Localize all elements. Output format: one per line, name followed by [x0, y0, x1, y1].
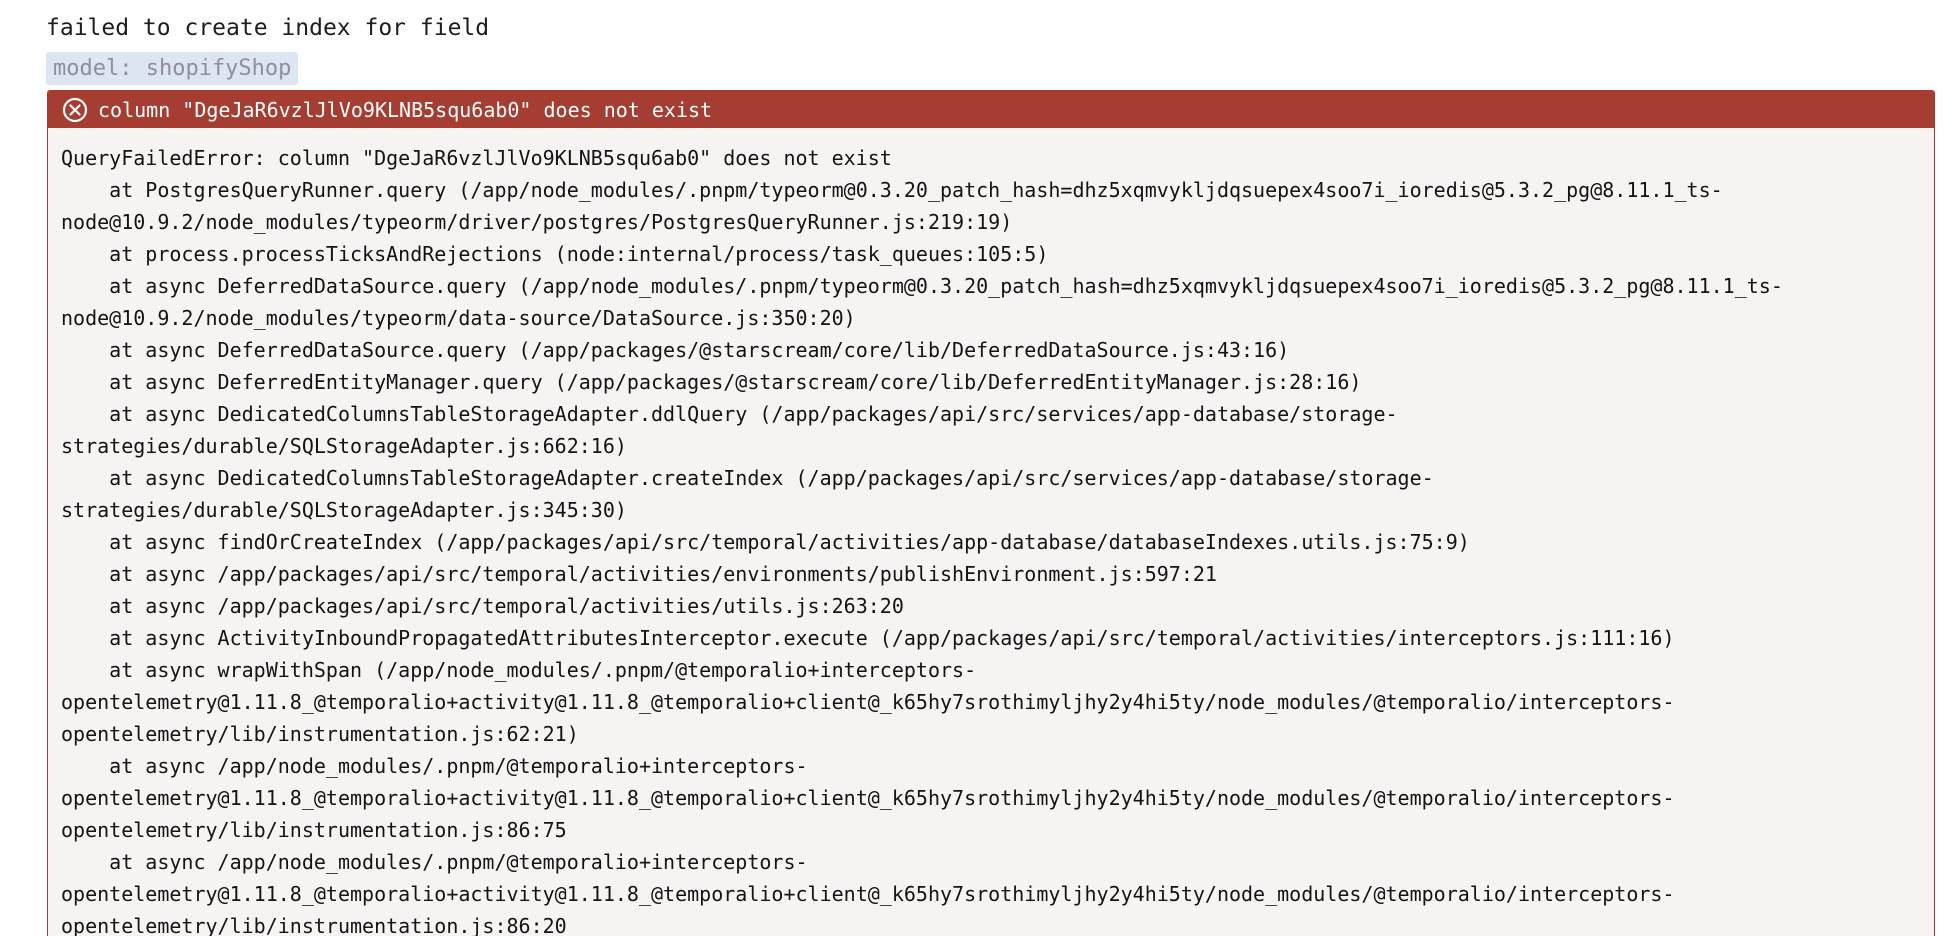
stack-line: opentelemetry@1.11.8_@temporalio+activit… [61, 882, 1675, 906]
stack-line: at PostgresQueryRunner.query (/app/node_… [61, 178, 1723, 202]
stack-line: at process.processTicksAndRejections (no… [61, 242, 1049, 266]
stack-line: at async DedicatedColumnsTableStorageAda… [61, 466, 1434, 490]
stack-line: opentelemetry@1.11.8_@temporalio+activit… [61, 690, 1675, 714]
circle-x-icon [62, 97, 88, 123]
model-tag: model: shopifyShop [46, 52, 299, 85]
stack-line: at async /app/packages/api/src/temporal/… [61, 594, 904, 618]
stack-line: node@10.9.2/node_modules/typeorm/driver/… [61, 210, 1013, 234]
error-header: column "DgeJaR6vzlJlVo9KLNB5squ6ab0" doe… [48, 91, 1934, 128]
stack-line: opentelemetry/lib/instrumentation.js:86:… [61, 914, 567, 936]
stack-line: opentelemetry@1.11.8_@temporalio+activit… [61, 786, 1675, 810]
error-panel: column "DgeJaR6vzlJlVo9KLNB5squ6ab0" doe… [47, 90, 1935, 936]
stack-line: at async DeferredEntityManager.query (/a… [61, 370, 1362, 394]
stack-line: strategies/durable/SQLStorageAdapter.js:… [61, 498, 627, 522]
stack-line: node@10.9.2/node_modules/typeorm/data-so… [61, 306, 856, 330]
stack-line: at async /app/node_modules/.pnpm/@tempor… [61, 754, 808, 778]
stack-line: at async ActivityInboundPropagatedAttrib… [61, 626, 1675, 650]
stack-line: opentelemetry/lib/instrumentation.js:86:… [61, 818, 567, 842]
error-header-message: column "DgeJaR6vzlJlVo9KLNB5squ6ab0" doe… [98, 97, 713, 122]
stack-line: at async wrapWithSpan (/app/node_modules… [61, 658, 977, 682]
stack-line: at async findOrCreateIndex (/app/package… [61, 530, 1470, 554]
stack-trace: QueryFailedError: column "DgeJaR6vzlJlVo… [48, 128, 1934, 936]
stack-line: at async /app/packages/api/src/temporal/… [61, 562, 1217, 586]
stack-line: QueryFailedError: column "DgeJaR6vzlJlVo… [61, 146, 892, 170]
stack-line: at async DeferredDataSource.query (/app/… [61, 274, 1783, 298]
stack-line: opentelemetry/lib/instrumentation.js:62:… [61, 722, 579, 746]
error-page: failed to create index for field model: … [0, 0, 1952, 936]
stack-line: at async DedicatedColumnsTableStorageAda… [61, 402, 1398, 426]
stack-line: at async /app/node_modules/.pnpm/@tempor… [61, 850, 808, 874]
page-title: failed to create index for field [46, 15, 490, 41]
stack-line: strategies/durable/SQLStorageAdapter.js:… [61, 434, 627, 458]
stack-line: at async DeferredDataSource.query (/app/… [61, 338, 1290, 362]
